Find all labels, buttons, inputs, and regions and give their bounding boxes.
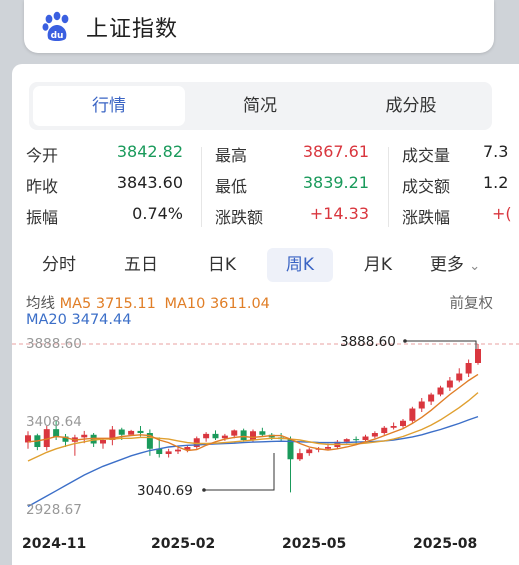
stat-value-turnover: 1.2: [483, 173, 509, 192]
candle: [343, 439, 350, 442]
candle: [371, 433, 378, 437]
candle: [418, 401, 425, 409]
search-bar[interactable]: du 上证指数: [24, 0, 494, 53]
candle: [353, 439, 360, 441]
candle: [296, 453, 303, 460]
chevron-down-icon: ⌄: [469, 259, 481, 274]
quote-stats: 今开 3842.82 最高 3867.61 成交量 7.3 昨收 3843.60…: [12, 142, 519, 234]
high-marker-line: [405, 340, 477, 349]
low-marker-dot: [202, 488, 206, 492]
stats-row: 振幅 0.74% 涨跌额 +14.33 涨跌幅 +(: [12, 204, 519, 234]
stat-value-low: 3839.21: [302, 173, 369, 192]
candle: [325, 447, 331, 449]
candle: [400, 420, 406, 427]
stat-label-change-pct: 涨跌幅: [402, 208, 451, 227]
candle: [137, 430, 144, 434]
tab-five-day[interactable]: 五日: [110, 248, 172, 282]
stat-value-high: 3867.61: [302, 142, 369, 161]
ma10-line: [27, 392, 479, 462]
stat-value-volume: 7.3: [483, 142, 509, 161]
low-annotation: 3040.69: [137, 483, 193, 499]
adjust-selector[interactable]: 前复权: [450, 292, 494, 313]
candle: [465, 363, 472, 374]
ma-legend: 均线 MA5 3715.11 MA10 3611.04: [26, 292, 270, 313]
tab-market[interactable]: 行情: [33, 86, 185, 126]
stat-label-prev-close: 昨收: [26, 177, 59, 196]
tab-overview[interactable]: 简况: [184, 86, 336, 126]
ma5-value: MA5 3715.11: [59, 296, 156, 312]
candle: [306, 449, 313, 454]
candle: [100, 440, 106, 444]
x-label: 2025-08: [413, 536, 477, 552]
stat-label-amplitude: 振幅: [26, 208, 59, 227]
svg-text:du: du: [51, 31, 64, 41]
candle: [409, 408, 416, 421]
info-tabs: 行情 简况 成分股: [29, 82, 492, 130]
y-label-top: 3888.60: [26, 336, 82, 352]
stat-label-open: 今开: [26, 146, 59, 165]
divider: [201, 147, 202, 227]
stat-value-open: 3842.82: [116, 142, 183, 161]
high-marker-dot: [403, 339, 407, 343]
stats-row: 今开 3842.82 最高 3867.61 成交量 7.3: [12, 142, 519, 172]
search-query[interactable]: 上证指数: [86, 11, 178, 43]
candle: [390, 426, 397, 428]
candle: [175, 449, 181, 452]
candle: [81, 434, 88, 438]
candle: [475, 349, 481, 364]
stat-value-amplitude: 0.74%: [132, 204, 183, 223]
candle: [259, 431, 266, 435]
x-label: 2024-11: [22, 536, 86, 552]
period-tabs: 分时 五日 日K 周K 月K 更多 ⌄: [12, 244, 519, 286]
candle: [221, 435, 228, 439]
candle: [53, 429, 60, 437]
tab-weekly-k[interactable]: 周K: [267, 248, 333, 282]
stat-value-change: +14.33: [309, 204, 369, 223]
y-label-mid: 3408.64: [26, 414, 82, 430]
stat-value-prev-close: 3843.60: [116, 173, 183, 192]
candle: [362, 436, 369, 441]
candle: [118, 429, 125, 435]
tab-more[interactable]: 更多 ⌄: [420, 248, 490, 282]
x-label: 2025-02: [151, 536, 215, 552]
candle: [203, 433, 210, 439]
tab-daily-k[interactable]: 日K: [192, 248, 252, 282]
stat-label-high: 最高: [215, 146, 248, 165]
divider: [388, 147, 389, 227]
stat-label-change: 涨跌额: [215, 208, 264, 227]
baidu-paw-icon: du: [42, 11, 69, 41]
ma20-legend: MA20 3474.44: [26, 312, 131, 328]
stock-card: 行情 简况 成分股 今开 3842.82 最高 3867.61 成交量 7.3 …: [12, 64, 519, 565]
candle: [165, 451, 172, 455]
stat-label-turnover: 成交额: [402, 177, 451, 196]
candle: [250, 431, 256, 441]
candle: [456, 373, 463, 381]
tab-intraday[interactable]: 分时: [30, 248, 88, 282]
ma20-value: MA20 3474.44: [26, 312, 132, 328]
ma-label: 均线: [26, 296, 55, 312]
x-label: 2025-05: [282, 536, 346, 552]
candle: [446, 380, 453, 388]
candle: [428, 394, 435, 402]
candle: [240, 430, 247, 441]
y-label-bottom: 2928.67: [26, 502, 82, 518]
low-marker-line: [204, 453, 275, 491]
candle: [128, 430, 135, 435]
more-label: 更多: [429, 255, 464, 275]
candle: [381, 427, 388, 434]
ma10-value: MA10 3611.04: [164, 296, 270, 312]
candle: [231, 430, 238, 436]
stat-label-volume: 成交量: [402, 146, 451, 165]
tab-constituents[interactable]: 成分股: [335, 86, 487, 126]
candle: [437, 387, 444, 395]
weekly-k-chart[interactable]: 3888.60 3408.64 2928.67 3888.60 3040.69 …: [12, 328, 519, 565]
stat-value-change-pct: +(: [492, 204, 512, 223]
candle: [212, 433, 219, 439]
tab-monthly-k[interactable]: 月K: [347, 248, 409, 282]
stats-row: 昨收 3843.60 最低 3839.21 成交额 1.2: [12, 173, 519, 203]
high-annotation: 3888.60: [340, 334, 396, 350]
stat-label-low: 最低: [215, 177, 248, 196]
